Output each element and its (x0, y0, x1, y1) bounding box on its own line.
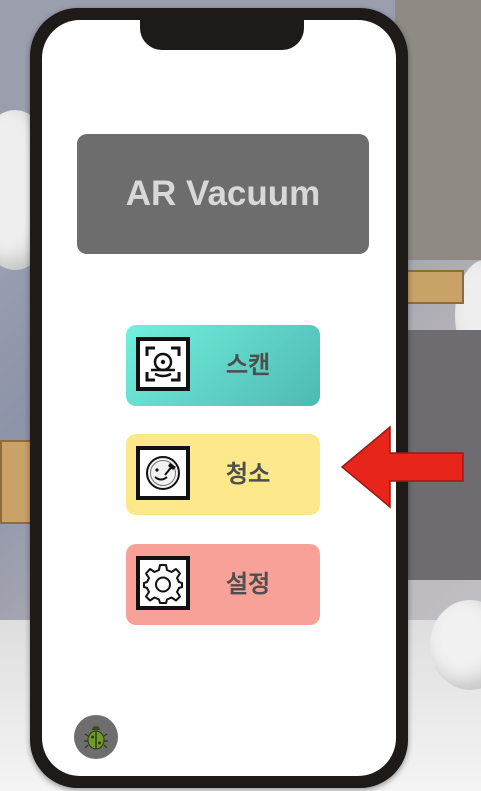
app-title-banner: AR Vacuum (77, 134, 369, 254)
scan-button[interactable]: 스캔 (126, 325, 320, 406)
face-scan-icon (136, 337, 190, 391)
gear-icon (136, 556, 190, 610)
scan-button-label: 스캔 (226, 351, 271, 379)
debug-button[interactable] (74, 715, 118, 759)
bug-icon (84, 726, 108, 750)
app-screen: AR Vacuum 스캔 청소 설정 (42, 20, 396, 776)
settings-button-label: 설정 (226, 570, 271, 598)
app-title: AR Vacuum (125, 174, 321, 213)
settings-button[interactable]: 설정 (126, 544, 320, 625)
pointer-arrow (340, 425, 464, 509)
broom-smile-icon (136, 446, 190, 500)
clean-button[interactable]: 청소 (126, 434, 320, 515)
clean-button-label: 청소 (226, 460, 271, 488)
phone-notch (140, 20, 304, 50)
phone-frame: AR Vacuum 스캔 청소 설정 (30, 8, 408, 788)
